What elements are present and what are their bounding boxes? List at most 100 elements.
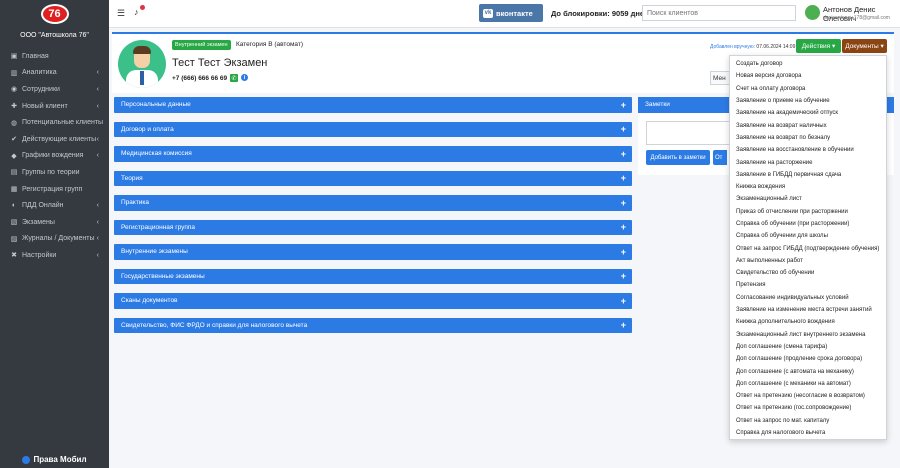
document-menu-item[interactable]: Ответ на претензию (несогласие в возврат… — [730, 390, 886, 402]
plus-icon: + — [620, 295, 626, 306]
document-menu-item[interactable]: Экзаменационный лист внутреннего экзамен… — [730, 329, 886, 341]
accordion-section[interactable]: Персональные данные + — [114, 97, 632, 113]
accordion-section[interactable]: Практика + — [114, 195, 632, 211]
accordion-section[interactable]: Внутренние экзамены + — [114, 244, 632, 260]
actions-button[interactable]: Действия ▾ — [796, 39, 841, 53]
sidebar-item[interactable]: ▣ Главная — [0, 48, 109, 65]
document-menu-item[interactable]: Справка для налогового вычета — [730, 427, 886, 439]
document-menu-item[interactable]: Заявление на возврат по безналу — [730, 132, 886, 144]
document-menu-item[interactable]: Справка об обучении (при расторжении) — [730, 218, 886, 230]
sidebar-item[interactable]: ▨ Журналы / Документы ‹ — [0, 231, 109, 248]
org-name: ООО "Автошкола 76" — [20, 32, 89, 39]
menu-button[interactable]: Мен — [710, 71, 730, 85]
school-logo[interactable]: 76 — [40, 4, 69, 24]
document-menu-item[interactable]: Новая версия договора — [730, 70, 886, 82]
accordion-section[interactable]: Регистрационная группа + — [114, 219, 632, 235]
added-label: Добавлен вручную: — [710, 44, 756, 50]
chevron-left-icon: ‹ — [96, 69, 99, 77]
document-menu-item[interactable]: Заявление на восстановление в обучении — [730, 144, 886, 156]
sidebar-item[interactable]: ✖ Настройки ‹ — [0, 247, 109, 264]
document-menu-item[interactable]: Свидетельство об обучении — [730, 267, 886, 279]
document-menu-item[interactable]: Согласование индивидуальных условий — [730, 292, 886, 304]
accordion-section[interactable]: Свидетельство, ФИС ФРДО и справки для на… — [114, 317, 632, 333]
sidebar-item-label: Аналитика — [22, 69, 57, 77]
plus-icon: + — [620, 320, 626, 331]
document-menu-item[interactable]: Заявление на возврат наличных — [730, 119, 886, 131]
document-menu-item[interactable]: Заявление на академический отпуск — [730, 107, 886, 119]
document-menu-item[interactable]: Ответ на запрос ГИБДД (подтверждение обу… — [730, 242, 886, 254]
accordion-section[interactable]: Договор и оплата + — [114, 121, 632, 137]
document-menu-item[interactable]: Ответ на запрос по мат. капиталу — [730, 415, 886, 427]
sidebar-item-label: Регистрация групп — [22, 185, 83, 193]
info-icon[interactable]: i — [241, 74, 248, 81]
chevron-left-icon: ‹ — [96, 251, 99, 259]
plus-icon: + — [620, 271, 626, 282]
sidebar-item[interactable]: ◉ Сотрудники ‹ — [0, 81, 109, 98]
added-info: Добавлен вручную: 07.06.2024 14:09 — [710, 44, 795, 50]
sidebar-item-label: Действующие клиенты — [22, 135, 97, 143]
section-title: Теория — [121, 174, 143, 182]
document-menu-item[interactable]: Заявление на расторжение — [730, 156, 886, 168]
sidebar-item[interactable]: ▥ Аналитика ‹ — [0, 65, 109, 82]
sidebar-item-label: Экзамены — [22, 218, 55, 226]
client-search-input[interactable] — [642, 5, 796, 21]
sidebar-footer[interactable]: Права Мобил — [0, 455, 109, 464]
chevron-left-icon: ‹ — [96, 152, 99, 160]
sidebar-item[interactable]: ▧ Экзамены ‹ — [0, 214, 109, 231]
notes-secondary-button[interactable]: От — [713, 150, 727, 165]
document-menu-item[interactable]: Книжка вождения — [730, 181, 886, 193]
client-sections: Персональные данные + Договор и оплата + Мед… — [114, 97, 632, 342]
document-menu-item[interactable]: Доп соглашение (смена тарифа) — [730, 341, 886, 353]
sidebar-item-label: Новый клиент — [22, 102, 68, 110]
vk-button[interactable]: vk вконтакте — [479, 4, 543, 22]
chart-icon: ▥ — [10, 69, 18, 77]
document-menu-item[interactable]: Заявление о приеме на обучение — [730, 95, 886, 107]
document-menu-item[interactable]: Ответ на претензию (гос.сопровождение) — [730, 402, 886, 414]
vk-icon: vk — [483, 8, 493, 18]
logo-area: 76 ООО "Автошкола 76" — [0, 0, 109, 44]
block-countdown: До блокировки: 9059 дней — [551, 9, 649, 18]
sidebar-item[interactable]: ◐ ПДД Онлайн ‹ — [0, 197, 109, 214]
sidebar-item[interactable]: ✚ Новый клиент ‹ — [0, 98, 109, 115]
chevron-left-icon: ‹ — [96, 102, 99, 110]
sidebar-item[interactable]: ▤ Группы по теории — [0, 164, 109, 181]
hamburger-icon[interactable]: ☰ — [117, 8, 125, 19]
user-email: denisantonov.178@gmail.com — [823, 15, 890, 21]
document-menu-item[interactable]: Создать договор — [730, 58, 886, 70]
sidebar-item-label: ПДД Онлайн — [22, 202, 64, 210]
vk-label: вконтакте — [496, 8, 533, 18]
document-menu-item[interactable]: Акт выполненных работ — [730, 255, 886, 267]
accordion-section[interactable]: Медицинская комиссия + — [114, 146, 632, 162]
document-menu-item[interactable]: Доп соглашение (продление срока договора… — [730, 353, 886, 365]
documents-button[interactable]: Документы ▾ — [842, 39, 887, 53]
sidebar-item-label: Сотрудники — [22, 85, 60, 93]
section-title: Регистрационная группа — [121, 223, 196, 231]
accordion-section[interactable]: Сканы документов + — [114, 293, 632, 309]
dashboard-icon: ▣ — [10, 53, 18, 61]
document-menu-item[interactable]: Заявление на изменение места встречи зан… — [730, 304, 886, 316]
document-menu-item[interactable]: Книжка дополнительного вождения — [730, 316, 886, 328]
document-menu-item[interactable]: Доп соглашение (с механики на автомат) — [730, 378, 886, 390]
document-menu-item[interactable]: Претензия — [730, 279, 886, 291]
accordion-section[interactable]: Государственные экзамены + — [114, 268, 632, 284]
accordion-section[interactable]: Теория + — [114, 170, 632, 186]
sidebar-item-label: Графики вождения — [22, 152, 84, 160]
phone-call-icon[interactable]: ✆ — [230, 74, 238, 82]
bell-icon[interactable]: ♪ — [134, 7, 139, 17]
document-menu-item[interactable]: Счет на оплату договора — [730, 83, 886, 95]
document-menu-item[interactable]: Справка об обучении для школы — [730, 230, 886, 242]
plus-icon: + — [620, 99, 626, 110]
sidebar-item[interactable]: ▦ Регистрация групп — [0, 181, 109, 198]
sidebar: 76 ООО "Автошкола 76" ▣ Главная ▥ Аналитика… — [0, 0, 109, 468]
sidebar-item[interactable]: ✔ Действующие клиенты ‹ — [0, 131, 109, 148]
document-menu-item[interactable]: Заявление в ГИБДД первичная сдача — [730, 169, 886, 181]
license-category: Категория B (автомат) — [236, 41, 304, 48]
document-menu-item[interactable]: Экзаменационный лист — [730, 193, 886, 205]
section-title: Практика — [121, 199, 150, 207]
sidebar-item[interactable]: ◍ Потенциальные клиенты — [0, 114, 109, 131]
sidebar-item[interactable]: ◆ Графики вождения ‹ — [0, 148, 109, 165]
document-menu-item[interactable]: Доп соглашение (с автомата на механику) — [730, 365, 886, 377]
add-note-button[interactable]: Добавить в заметки — [646, 150, 710, 165]
user-avatar[interactable] — [805, 5, 820, 20]
document-menu-item[interactable]: Приказ об отчислении при расторжении — [730, 206, 886, 218]
